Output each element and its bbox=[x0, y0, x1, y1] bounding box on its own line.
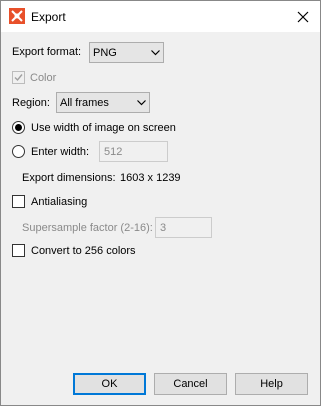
use-screen-width-label: Use width of image on screen bbox=[31, 122, 176, 134]
supersample-input[interactable]: 3 bbox=[155, 217, 212, 238]
color-label: Color bbox=[30, 72, 57, 84]
antialiasing-label: Antialiasing bbox=[31, 196, 88, 208]
radio-selected-dot bbox=[15, 124, 22, 131]
color-checkbox[interactable] bbox=[12, 71, 25, 84]
checkmark-icon bbox=[14, 74, 23, 82]
export-dimensions-label: Export dimensions: bbox=[22, 172, 116, 184]
supersample-label: Supersample factor (2-16): bbox=[22, 222, 153, 234]
supersample-input-value: 3 bbox=[160, 221, 167, 234]
export-dimensions-value: 1603 x 1239 bbox=[120, 172, 181, 184]
enter-width-radio[interactable] bbox=[12, 145, 25, 158]
antialiasing-checkbox[interactable] bbox=[12, 195, 25, 208]
region-label: Region: bbox=[12, 97, 50, 109]
convert-256-checkbox[interactable] bbox=[12, 244, 25, 257]
export-dialog: Export Export format: PNG Color Region: … bbox=[0, 0, 321, 406]
region-value: All frames bbox=[60, 96, 109, 109]
export-format-value: PNG bbox=[93, 46, 117, 59]
title-bar: Export bbox=[1, 1, 320, 32]
use-screen-width-radio[interactable] bbox=[12, 121, 25, 134]
help-button[interactable]: Help bbox=[235, 373, 308, 395]
app-icon bbox=[9, 8, 25, 24]
export-format-label: Export format: bbox=[12, 46, 82, 58]
export-format-select[interactable]: PNG bbox=[89, 42, 164, 63]
chevron-down-icon bbox=[133, 93, 149, 112]
enter-width-label: Enter width: bbox=[31, 146, 90, 158]
chevron-down-icon bbox=[147, 43, 163, 62]
close-button[interactable] bbox=[286, 1, 320, 32]
width-input-value: 512 bbox=[104, 145, 123, 158]
convert-256-label: Convert to 256 colors bbox=[31, 245, 136, 257]
ok-button[interactable]: OK bbox=[73, 373, 146, 395]
width-input[interactable]: 512 bbox=[99, 141, 168, 162]
cancel-button[interactable]: Cancel bbox=[154, 373, 227, 395]
region-select[interactable]: All frames bbox=[56, 92, 150, 113]
close-icon bbox=[297, 11, 309, 22]
window-title: Export bbox=[31, 10, 66, 24]
